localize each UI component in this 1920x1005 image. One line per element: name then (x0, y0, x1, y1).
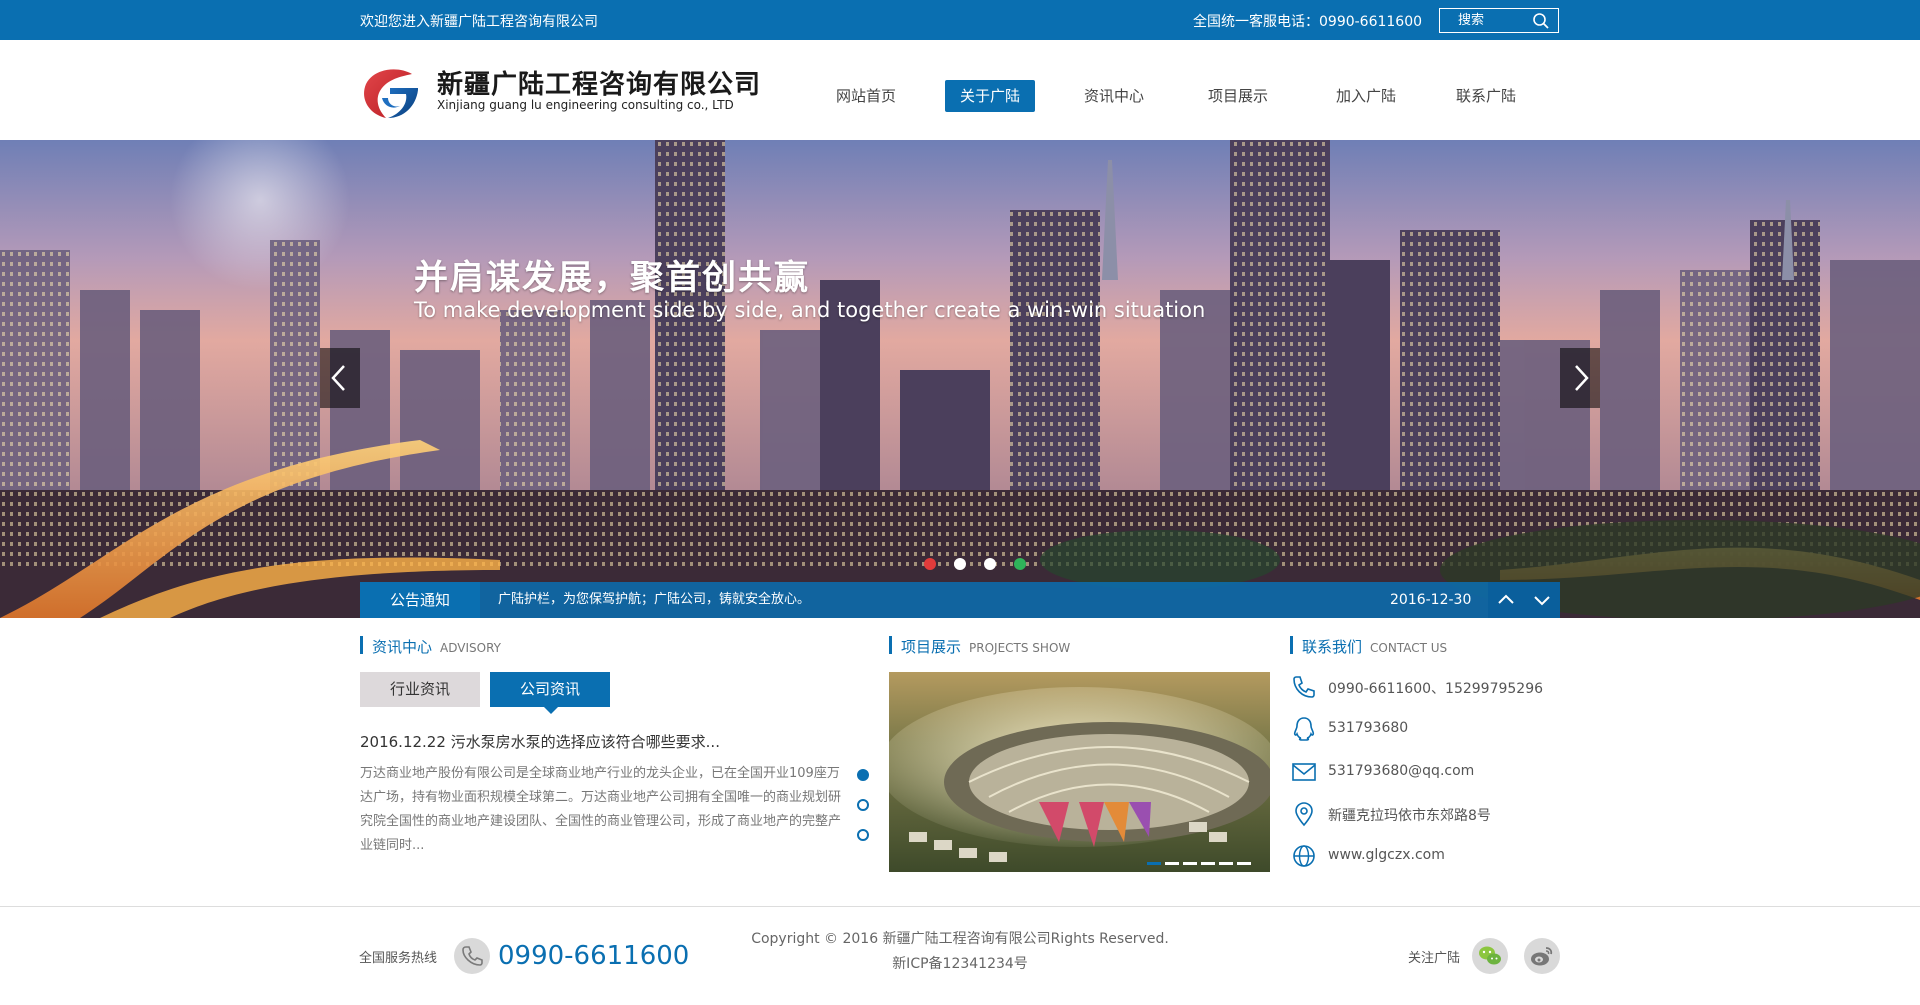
footer-icp[interactable]: 新ICP备12341234号 (0, 953, 1920, 973)
chevron-left-icon (331, 365, 345, 391)
phone-icon (1293, 676, 1315, 698)
contact-phone-text: 0990-6611600、15299795296 (1328, 681, 1544, 697)
footer-follow-label: 关注广陆 (1408, 951, 1461, 966)
news-section-title-cn: 资讯中心 (372, 638, 433, 656)
project-image[interactable] (889, 672, 1270, 872)
globe-icon (1293, 845, 1315, 867)
nav-join[interactable]: 加入广陆 (1322, 80, 1410, 112)
banner-dot-1[interactable] (924, 558, 936, 570)
footer-copyright: Copyright © 2016 新疆广陆工程咨询有限公司Rights Rese… (751, 931, 1169, 947)
notice-next-button[interactable] (1524, 582, 1560, 618)
banner-title: 并肩谋发展，聚首创共赢 (414, 258, 810, 298)
banner-dot-3[interactable] (984, 558, 996, 570)
nav-about[interactable]: 关于广陆 (945, 80, 1035, 112)
project-dot-1[interactable] (1147, 862, 1161, 865)
notice-bar: 公告通知 广陆护栏，为您保驾护航；广陆公司，铸就安全放心。 2016-12-30 (360, 582, 1560, 618)
contact-address-text: 新疆克拉玛依市东郊路8号 (1328, 808, 1491, 824)
projects-section-title: 项目展示 PROJECTS SHOW (889, 636, 1071, 656)
wechat-icon[interactable] (1472, 938, 1508, 974)
chevron-down-icon (1534, 596, 1550, 606)
search-box (1439, 8, 1559, 33)
company-name-cn: 新疆广陆工程咨询有限公司 (437, 70, 762, 100)
weibo-icon[interactable] (1524, 938, 1560, 974)
project-dot-2[interactable] (1165, 862, 1179, 865)
qq-icon (1293, 717, 1315, 741)
chevron-up-icon (1498, 594, 1514, 604)
contact-section-title: 联系我们 CONTACT US (1290, 636, 1448, 656)
project-dot-4[interactable] (1201, 862, 1215, 865)
company-name-en: Xinjiang guang lu engineering consulting… (437, 98, 734, 112)
banner-prev-button[interactable] (320, 348, 360, 408)
search-icon[interactable] (1532, 12, 1550, 30)
contact-qq-text: 531793680 (1328, 720, 1409, 736)
banner-dot-4[interactable] (1014, 558, 1026, 570)
city-skyline-image (0, 140, 1920, 618)
project-dot-5[interactable] (1219, 862, 1233, 865)
banner-next-button[interactable] (1560, 348, 1600, 408)
hotline-text: 全国统一客服电话：0990-6611600 (1193, 14, 1423, 30)
contact-email-text[interactable]: 531793680@qq.com (1328, 763, 1474, 779)
contact-section-title-cn: 联系我们 (1302, 638, 1363, 656)
stadium-aerial-image (889, 672, 1270, 872)
logo-icon[interactable] (360, 64, 422, 120)
project-dot-6[interactable] (1237, 862, 1251, 865)
site-header: 新疆广陆工程咨询有限公司 Xinjiang guang lu engineeri… (0, 40, 1920, 140)
hero-banner: 并肩谋发展，聚首创共赢 To make development side by … (0, 140, 1920, 618)
news-section-title: 资讯中心 ADVISORY (360, 636, 501, 656)
news-headline[interactable]: 2016.12.22 污水泵房水泵的选择应该符合哪些要求... (360, 731, 720, 752)
notice-date: 2016-12-30 (1390, 592, 1472, 608)
tab-industry-news[interactable]: 行业资讯 (360, 672, 480, 707)
nav-news[interactable]: 资讯中心 (1070, 80, 1158, 112)
top-bar: 欢迎您进入新疆广陆工程咨询有限公司 全国统一客服电话：0990-6611600 (0, 0, 1920, 40)
projects-section-title-cn: 项目展示 (901, 638, 962, 656)
banner-subtitle: To make development side by side, and to… (414, 298, 1206, 322)
notice-label: 公告通知 (360, 582, 480, 618)
notice-text[interactable]: 广陆护栏，为您保驾护航；广陆公司，铸就安全放心。 (498, 582, 810, 618)
nav-contact[interactable]: 联系广陆 (1442, 80, 1530, 112)
chevron-right-icon (1575, 365, 1589, 391)
news-dot-3[interactable] (857, 829, 869, 841)
contact-website-text[interactable]: www.glgczx.com (1328, 847, 1445, 863)
contact-section-title-en: CONTACT US (1370, 641, 1448, 655)
tab-company-news-label: 公司资讯 (519, 680, 580, 698)
location-icon (1295, 802, 1313, 827)
tab-caret-icon (544, 707, 558, 714)
nav-projects[interactable]: 项目展示 (1194, 80, 1282, 112)
banner-dot-2[interactable] (954, 558, 966, 570)
search-input[interactable] (1440, 9, 1532, 32)
news-section-title-en: ADVISORY (440, 641, 501, 655)
tab-company-news[interactable]: 公司资讯 (490, 672, 610, 714)
project-dot-3[interactable] (1183, 862, 1197, 865)
nav-home[interactable]: 网站首页 (822, 80, 910, 112)
news-excerpt: 万达商业地产股份有限公司是全球商业地产行业的龙头企业，已在全国开业109座万达广… (360, 766, 842, 853)
notice-prev-button[interactable] (1488, 582, 1524, 618)
projects-section-title-en: PROJECTS SHOW (969, 641, 1071, 655)
welcome-text: 欢迎您进入新疆广陆工程咨询有限公司 (360, 14, 598, 30)
news-dot-2[interactable] (857, 799, 869, 811)
news-dot-1[interactable] (857, 769, 869, 781)
site-footer: 全国服务热线 0990-6611600 Copyright © 2016 新疆广… (0, 906, 1920, 1005)
mail-icon (1292, 763, 1316, 781)
